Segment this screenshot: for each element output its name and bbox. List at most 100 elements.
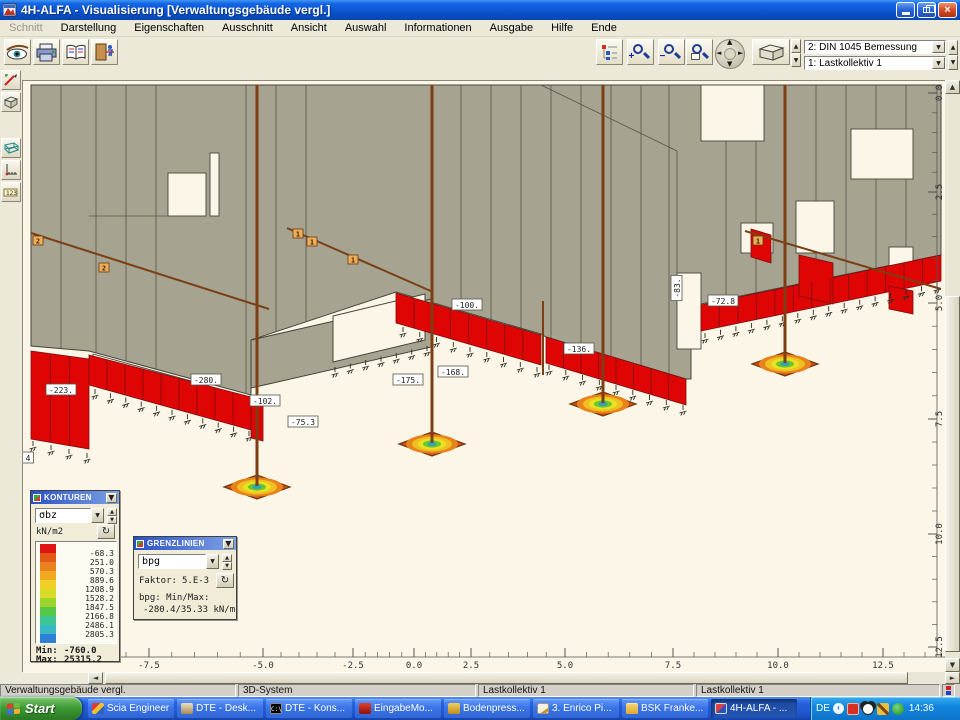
konturen-spin-down[interactable]: ▼ [107,516,117,524]
grenzlinien-panel[interactable]: GRENZLINIEN ▼ bpg ▼ ▲ ▼ Faktor: 5.E-3 ↻ … [133,536,237,620]
taskbar-item-bodenpress[interactable]: Bodenpress... [444,699,530,718]
taskbar-item-4h-alfa[interactable]: 4H-ALFA - ... [711,699,797,718]
restore-button[interactable] [917,2,936,18]
menu-item-ausschnitt[interactable]: Ausschnitt [213,21,282,35]
close-button[interactable]: × [938,2,957,18]
pan-navigation-pad[interactable]: ▲ ▼ ◄ ► [713,40,747,68]
scroll-left-icon[interactable]: ◄ [88,672,103,684]
task-label: DTE - Desk... [196,703,256,714]
restore-icon [923,7,930,13]
grenzlinien-title-bar[interactable]: GRENZLINIEN ▼ [134,537,236,550]
konturen-result-dropdown[interactable]: σbz [35,508,91,523]
lastkollektiv-dropdown-icon[interactable]: ▼ [932,57,945,69]
section-tool-button[interactable] [1,70,21,90]
grenzlinien-dropdown-icon[interactable]: ▼ [206,554,219,569]
minimize-button[interactable] [896,2,915,18]
menu-item-informationen[interactable]: Informationen [395,21,480,35]
view-up-button[interactable]: ▲ [791,39,801,53]
menu-item-hilfe[interactable]: Hilfe [542,21,582,35]
scroll-right-icon[interactable]: ► [945,672,960,684]
tray-update-icon[interactable] [892,703,904,715]
taskbar-item-dte-desk[interactable]: DTE - Desk... [177,699,263,718]
vertical-scrollbar[interactable]: ▲ ▼ [945,80,960,672]
exit-button[interactable] [91,39,118,65]
taskbar-item-eingabemo[interactable]: EingabeMo... [355,699,441,718]
grenzlinien-panel-icon [136,540,144,548]
konturen-apply-button[interactable]: ↻ [97,524,115,539]
alfa-icon [715,703,727,714]
scroll-down-icon[interactable]: ▼ [945,658,960,672]
svg-text:-72.8: -72.8 [711,297,735,306]
konturen-panel[interactable]: KONTUREN ▼ σbz ▼ ▲ ▼ kN/m2 ↻ -68.3251.05… [30,490,120,662]
status-cell-3: Lastkollektiv 1 [696,684,940,697]
menu-item-ansicht[interactable]: Ansicht [282,21,336,35]
bemessung-combobox[interactable]: 2: DIN 1045 Bemessung ▼ [804,40,946,54]
zoom-window-button[interactable] [686,39,713,65]
konturen-dropdown-icon[interactable]: ▼ [91,508,104,523]
grenzlinien-result-dropdown[interactable]: bpg [138,554,206,569]
report-button[interactable] [62,39,89,65]
h-axis-label: 2.5 [463,661,479,671]
tray-pencil-icon[interactable] [877,703,889,715]
bemessung-dropdown-icon[interactable]: ▼ [932,41,945,53]
menu-item-darstellung[interactable]: Darstellung [52,21,126,35]
view-3d-button[interactable] [752,39,790,65]
view-3d-tool-button[interactable] [1,92,21,112]
taskbar-item-bsk-franke[interactable]: BSK Franke... [622,699,708,718]
menu-item-ende[interactable]: Ende [582,21,626,35]
view-button[interactable] [4,39,31,65]
tree-list-button[interactable] [596,39,623,65]
scale-swatch-8 [40,616,56,625]
svg-text:2: 2 [36,238,40,246]
language-indicator[interactable]: DE [816,703,830,714]
scroll-up-icon[interactable]: ▲ [945,80,960,94]
horizontal-scroll-thumb[interactable] [105,672,908,684]
axes-tool-button[interactable] [1,160,21,180]
svg-text:-223.: -223. [49,386,73,395]
grenzlinien-apply-button[interactable]: ↻ [216,573,234,588]
tree-list-icon [601,43,619,61]
grenzlinien-spin-down[interactable]: ▼ [222,562,232,570]
status-cell-1: 3D-System [238,684,476,697]
scale-swatch-4 [40,580,56,589]
view-down-button[interactable]: ▼ [791,53,801,67]
lastfall-down-button[interactable]: ▼ [948,55,958,70]
horizontal-scrollbar[interactable]: ◄ ► [88,672,960,684]
menu-item-eigenschaften[interactable]: Eigenschaften [125,21,213,35]
labels-tool-button[interactable]: 123 [1,182,21,202]
menu-item-auswahl[interactable]: Auswahl [336,21,396,35]
tray-chevron-icon[interactable]: ‹ [833,703,844,714]
svg-text:1: 1 [296,231,300,239]
tray-app1-icon[interactable] [847,703,859,715]
axes-icon [4,163,18,177]
lastfall-up-button[interactable]: ▲ [948,40,958,55]
task-label: DTE - Kons... [285,703,345,714]
taskbar-item-scia-engineer[interactable]: Scia Engineer [88,699,174,718]
konturen-spin-up[interactable]: ▲ [107,508,117,516]
menu-item-ausgabe[interactable]: Ausgabe [481,21,542,35]
scale-value-3: 889.6 [58,576,114,585]
mesh-tool-button[interactable] [1,138,21,158]
grenzlinien-close-icon[interactable]: ▼ [223,539,234,549]
svg-text:-102.: -102. [253,397,277,406]
print-button[interactable] [33,39,60,65]
konturen-close-icon[interactable]: ▼ [106,493,117,503]
svg-text:-280.: -280. [194,376,218,385]
scale-value-2: 570.3 [58,567,114,576]
pan-center-button[interactable] [724,48,736,60]
grenzlinien-range-value: -280.4/35.33 kN/m [143,605,235,615]
grenzlinien-spin-up[interactable]: ▲ [222,554,232,562]
title-bar[interactable]: 4H-ALFA - Visualisierung [Verwalt­ungsge… [0,0,960,20]
zoom-out-button[interactable]: − [658,39,685,65]
taskbar-item-dte-kons[interactable]: C:\DTE - Kons... [266,699,352,718]
menu-item-schnitt[interactable]: Schnitt [0,21,52,35]
vertical-scroll-thumb[interactable] [945,296,960,652]
lastkollektiv-combobox[interactable]: 1: Lastkollektiv 1 ▼ [804,56,946,70]
start-button[interactable]: Start [0,697,82,720]
exit-door-icon [94,43,116,61]
taskbar-item-3-enrico-pi[interactable]: 3. Enrico Pi... [533,699,619,718]
zoom-in-button[interactable]: + [627,39,654,65]
v-axis-label: 5.0 [935,295,945,311]
tray-antivirus-icon[interactable] [862,703,874,715]
konturen-title-bar[interactable]: KONTUREN ▼ [31,491,119,504]
